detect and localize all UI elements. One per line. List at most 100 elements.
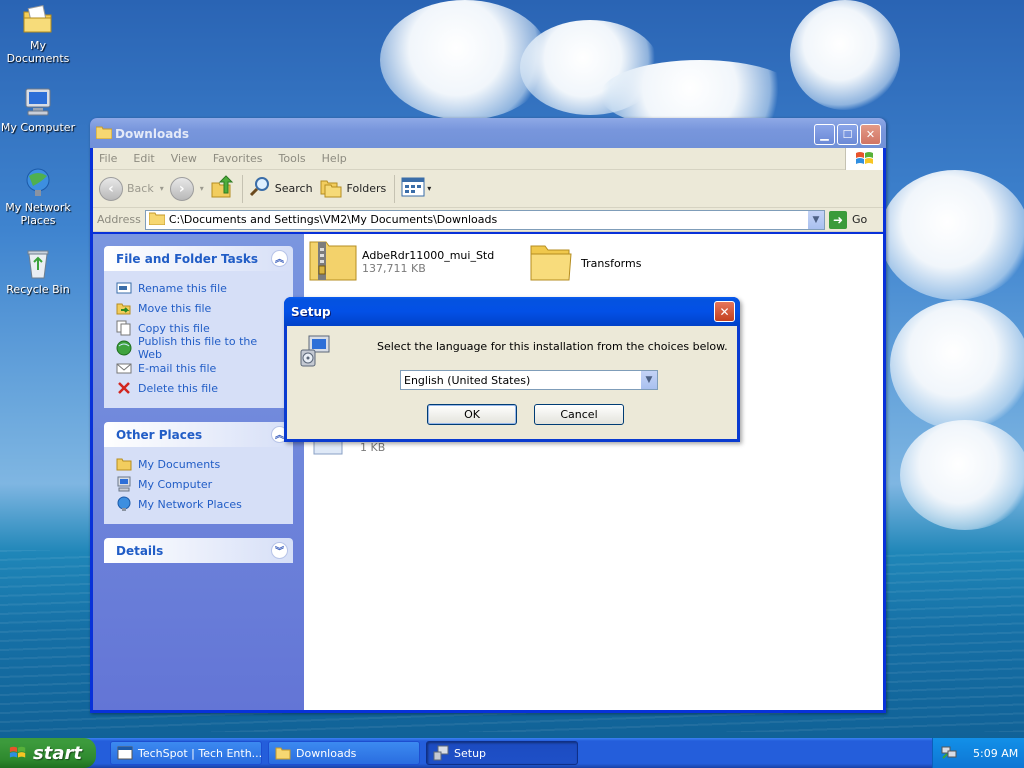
desktop-icon-network-places[interactable]: My Network Places (0, 166, 76, 227)
folders-button[interactable]: Folders (319, 176, 387, 201)
expand-icon[interactable]: ︾ (271, 542, 288, 559)
email-file-link[interactable]: E-mail this file (116, 358, 283, 378)
cancel-button[interactable]: Cancel (534, 404, 624, 425)
file-name: Transforms (581, 257, 642, 270)
other-places-header[interactable]: Other Places ︽ (104, 422, 293, 447)
folders-icon (319, 176, 343, 201)
collapse-icon[interactable]: ︽ (271, 250, 288, 267)
desktop-icon-my-computer[interactable]: My Computer (0, 86, 76, 134)
link-label: Move this file (138, 301, 212, 315)
other-places-panel: Other Places ︽ My Documents My Computer … (104, 422, 293, 524)
dialog-title: Setup (291, 305, 331, 319)
link-label: E-mail this file (138, 361, 217, 375)
copy-icon (116, 320, 132, 336)
desktop-icon-label: My Network Places (5, 201, 71, 227)
views-button[interactable]: ▾ (401, 177, 431, 200)
dialog-titlebar[interactable]: Setup ✕ (284, 297, 740, 326)
rename-file-link[interactable]: Rename this file (116, 278, 283, 298)
email-icon (116, 360, 132, 376)
menu-favorites[interactable]: Favorites (205, 152, 271, 165)
taskbar-button-downloads[interactable]: Downloads (268, 741, 420, 765)
task-pane: File and Folder Tasks ︽ Rename this file… (93, 234, 304, 710)
back-label: Back (127, 182, 154, 195)
windows-logo-icon (9, 744, 27, 762)
back-arrow-icon: ‹ (99, 176, 123, 201)
details-header[interactable]: Details ︾ (104, 538, 293, 563)
folder-icon (275, 745, 291, 761)
delete-icon (116, 380, 132, 396)
menu-view[interactable]: View (163, 152, 205, 165)
file-name: AdbeRdr11000_mui_Std (362, 248, 495, 262)
desktop-icon-recycle-bin[interactable]: Recycle Bin (0, 248, 76, 296)
menu-tools[interactable]: Tools (271, 152, 314, 165)
dialog-message: Select the language for this installatio… (377, 340, 728, 353)
network-tray-icon[interactable] (941, 744, 957, 763)
language-select[interactable]: English (United States) ▼ (400, 370, 658, 390)
task-label: Setup (454, 746, 487, 760)
folder-icon (148, 212, 166, 228)
chevron-down-icon: ▼ (812, 214, 820, 225)
desktop-icon-label: Recycle Bin (6, 283, 70, 296)
publish-web-link[interactable]: Publish this file to the Web (116, 335, 283, 361)
file-item[interactable]: Transforms (529, 242, 641, 285)
setup-dialog: Setup ✕ Select the language for this ins… (284, 297, 740, 442)
forward-arrow-icon: › (169, 176, 194, 201)
delete-file-link[interactable]: Delete this file (116, 378, 283, 398)
back-button[interactable]: ‹ Back ▾ (99, 176, 164, 201)
move-file-link[interactable]: Move this file (116, 298, 283, 318)
my-documents-icon (21, 4, 55, 36)
clock[interactable]: 5:09 AM (973, 747, 1018, 760)
rename-icon (116, 280, 132, 296)
chevron-down-icon[interactable]: ▼ (640, 371, 657, 389)
panel-title: File and Folder Tasks (116, 251, 259, 266)
system-tray: 5:09 AM (932, 738, 1024, 768)
explorer-titlebar[interactable]: Downloads ▁ ☐ ✕ (90, 118, 886, 148)
maximize-button[interactable]: ☐ (837, 124, 858, 145)
taskbar-button-setup[interactable]: Setup (426, 741, 578, 765)
computer-icon (116, 476, 132, 492)
link-label: Rename this file (138, 281, 227, 295)
language-selected-value: English (United States) (404, 373, 531, 387)
other-places-my-computer[interactable]: My Computer (116, 474, 283, 494)
toolbar-separator (394, 174, 396, 203)
globe-icon (116, 340, 132, 356)
address-dropdown-button[interactable]: ▼ (807, 210, 824, 229)
my-computer-icon (21, 86, 55, 118)
maximize-icon: ☐ (842, 128, 853, 141)
recycle-bin-icon (21, 248, 55, 280)
menu-help[interactable]: Help (314, 152, 355, 165)
address-label: Address (97, 213, 141, 226)
start-button[interactable]: start (0, 738, 96, 768)
other-places-network[interactable]: My Network Places (116, 494, 283, 514)
minimize-button[interactable]: ▁ (814, 124, 835, 145)
search-button[interactable]: Search (249, 176, 313, 201)
other-places-my-documents[interactable]: My Documents (116, 454, 283, 474)
go-arrow-icon: ➜ (829, 210, 847, 229)
file-folder-tasks-header[interactable]: File and Folder Tasks ︽ (104, 246, 293, 271)
cloud (900, 420, 1024, 530)
start-label: start (33, 742, 82, 764)
desktop-icon-my-documents[interactable]: My Documents (0, 4, 76, 65)
link-label: Publish this file to the Web (138, 335, 258, 361)
cloud (880, 170, 1024, 300)
menu-edit[interactable]: Edit (125, 152, 162, 165)
forward-button[interactable]: › ▾ (169, 176, 204, 201)
up-folder-button[interactable] (210, 175, 234, 202)
desktop-icon-label: My Documents (6, 39, 70, 65)
close-button[interactable]: ✕ (860, 124, 881, 145)
panel-title: Other Places (116, 427, 203, 442)
dialog-close-button[interactable]: ✕ (714, 301, 735, 322)
dropdown-icon: ▾ (427, 184, 432, 193)
taskbar-button-techspot[interactable]: TechSpot | Tech Enth... (110, 741, 262, 765)
menu-bar: File Edit View Favorites Tools Help (93, 148, 883, 170)
go-button[interactable]: ➜ Go (829, 210, 879, 229)
address-field[interactable]: C:\Documents and Settings\VM2\My Documen… (144, 209, 825, 230)
file-item[interactable]: AdbeRdr11000_mui_Std 137,711 KB (308, 238, 494, 285)
folders-label: Folders (346, 182, 387, 195)
file-size: 1 KB (360, 441, 386, 454)
menu-file[interactable]: File (93, 152, 125, 165)
up-folder-icon (210, 175, 234, 202)
address-bar: Address C:\Documents and Settings\VM2\My… (93, 208, 883, 232)
dropdown-icon: ▾ (199, 184, 204, 193)
ok-button[interactable]: OK (427, 404, 517, 425)
